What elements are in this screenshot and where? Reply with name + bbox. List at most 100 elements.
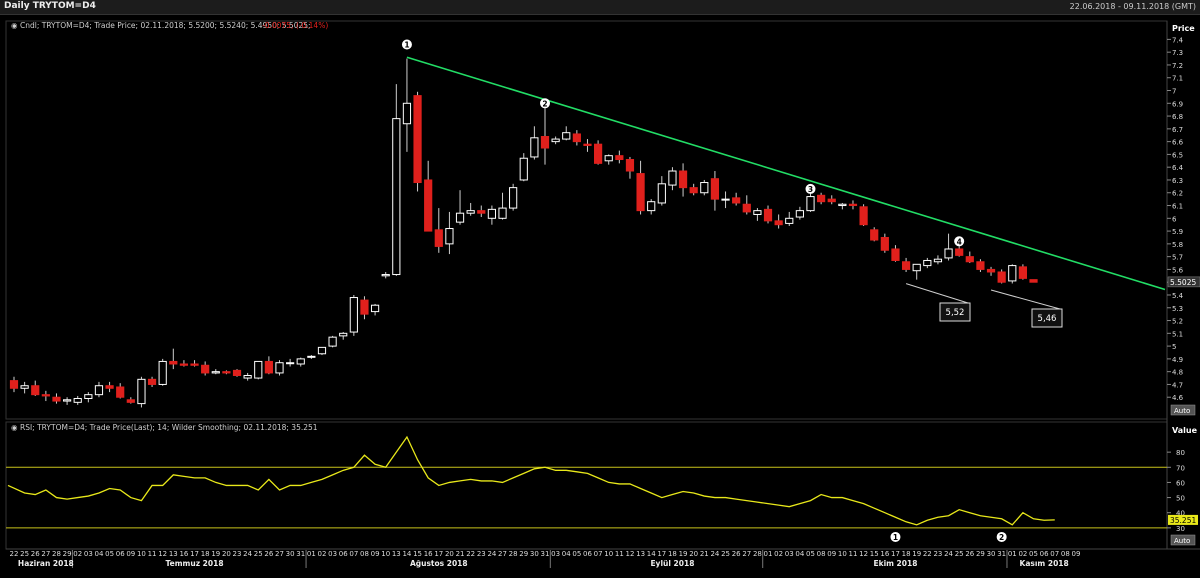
candle[interactable] xyxy=(254,360,263,379)
candle[interactable] xyxy=(201,364,210,374)
candle[interactable] xyxy=(572,133,581,143)
candle[interactable] xyxy=(20,385,29,389)
candle[interactable] xyxy=(370,304,380,313)
candle[interactable] xyxy=(222,371,231,374)
candle[interactable] xyxy=(891,248,900,261)
candle[interactable] xyxy=(307,355,316,358)
candle[interactable] xyxy=(721,198,730,201)
candle[interactable] xyxy=(190,363,199,366)
candle[interactable] xyxy=(498,207,507,219)
candle[interactable] xyxy=(424,179,433,232)
candle[interactable] xyxy=(73,397,82,403)
candle[interactable] xyxy=(349,297,358,333)
candle[interactable] xyxy=(434,229,443,247)
candle[interactable] xyxy=(551,138,560,143)
candle[interactable] xyxy=(169,360,178,365)
candle[interactable] xyxy=(700,182,709,194)
candle[interactable] xyxy=(211,371,220,374)
candle[interactable] xyxy=(296,358,305,365)
candle[interactable] xyxy=(264,360,273,374)
chart-canvas[interactable]: ◉ Cndl; TRYTOM=D4; Trade Price; 02.11.201… xyxy=(0,15,1200,578)
candle[interactable] xyxy=(870,229,879,241)
candle[interactable] xyxy=(9,380,19,389)
candle[interactable] xyxy=(986,268,996,273)
candle[interactable] xyxy=(540,136,550,149)
candle[interactable] xyxy=(94,385,104,396)
candle[interactable] xyxy=(466,210,475,214)
candle[interactable] xyxy=(339,332,348,337)
candle[interactable] xyxy=(328,336,337,347)
candle[interactable] xyxy=(912,263,921,272)
candle[interactable] xyxy=(1029,279,1038,283)
candle[interactable] xyxy=(105,385,114,389)
candle[interactable] xyxy=(63,399,72,402)
candle[interactable] xyxy=(519,157,528,181)
candle[interactable] xyxy=(997,271,1006,283)
candle[interactable] xyxy=(594,143,603,164)
candle[interactable] xyxy=(742,203,751,213)
candle[interactable] xyxy=(477,210,486,214)
candle[interactable] xyxy=(126,399,135,403)
candle[interactable] xyxy=(137,378,146,405)
candle[interactable] xyxy=(455,212,465,223)
candle[interactable] xyxy=(232,369,242,376)
candle[interactable] xyxy=(604,155,613,162)
candle[interactable] xyxy=(487,208,496,219)
candle[interactable] xyxy=(774,220,783,226)
candle[interactable] xyxy=(678,170,688,189)
candle[interactable] xyxy=(1008,265,1017,282)
candle[interactable] xyxy=(763,208,773,222)
candle[interactable] xyxy=(955,248,964,256)
candle[interactable] xyxy=(562,132,571,140)
candle[interactable] xyxy=(827,198,836,203)
candle[interactable] xyxy=(509,187,518,209)
candle[interactable] xyxy=(901,261,911,270)
candle[interactable] xyxy=(158,360,167,385)
candle[interactable] xyxy=(636,173,645,212)
candle[interactable] xyxy=(381,274,390,277)
candle[interactable] xyxy=(84,394,93,399)
candle[interactable] xyxy=(647,201,656,212)
candle[interactable] xyxy=(41,394,50,397)
candle[interactable] xyxy=(179,363,189,366)
rsi-line[interactable] xyxy=(7,435,1055,526)
candle[interactable] xyxy=(243,374,252,379)
candle[interactable] xyxy=(402,102,412,125)
candle[interactable] xyxy=(445,228,454,245)
candle[interactable] xyxy=(392,118,401,276)
rsi-auto-label[interactable]: Auto xyxy=(1174,537,1190,545)
candle[interactable] xyxy=(530,137,539,158)
candle[interactable] xyxy=(583,143,592,146)
candle[interactable] xyxy=(689,187,698,194)
candle[interactable] xyxy=(795,210,804,218)
candle[interactable] xyxy=(147,378,157,385)
candle[interactable] xyxy=(615,155,624,161)
candle[interactable] xyxy=(785,217,794,224)
candle[interactable] xyxy=(710,178,720,200)
candle[interactable] xyxy=(360,299,369,315)
candle[interactable] xyxy=(923,259,932,267)
candle[interactable] xyxy=(413,95,422,184)
candle[interactable] xyxy=(880,236,889,251)
candle[interactable] xyxy=(944,248,953,259)
candle[interactable] xyxy=(625,159,635,172)
candle[interactable] xyxy=(753,210,762,215)
candle[interactable] xyxy=(116,386,125,398)
candle[interactable] xyxy=(286,362,295,365)
candle[interactable] xyxy=(859,206,868,226)
candle[interactable] xyxy=(657,183,666,204)
candle[interactable] xyxy=(965,256,974,263)
candle[interactable] xyxy=(817,194,826,203)
candle[interactable] xyxy=(838,203,847,207)
candle[interactable] xyxy=(317,346,327,355)
candle[interactable] xyxy=(31,385,40,396)
candle[interactable] xyxy=(976,261,985,270)
candle[interactable] xyxy=(732,197,741,204)
candle[interactable] xyxy=(52,396,61,402)
candle[interactable] xyxy=(848,203,858,207)
candle[interactable] xyxy=(275,362,284,374)
candle[interactable] xyxy=(933,258,943,263)
price-auto-label[interactable]: Auto xyxy=(1174,407,1190,415)
candle[interactable] xyxy=(668,170,677,186)
candle[interactable] xyxy=(806,196,815,212)
